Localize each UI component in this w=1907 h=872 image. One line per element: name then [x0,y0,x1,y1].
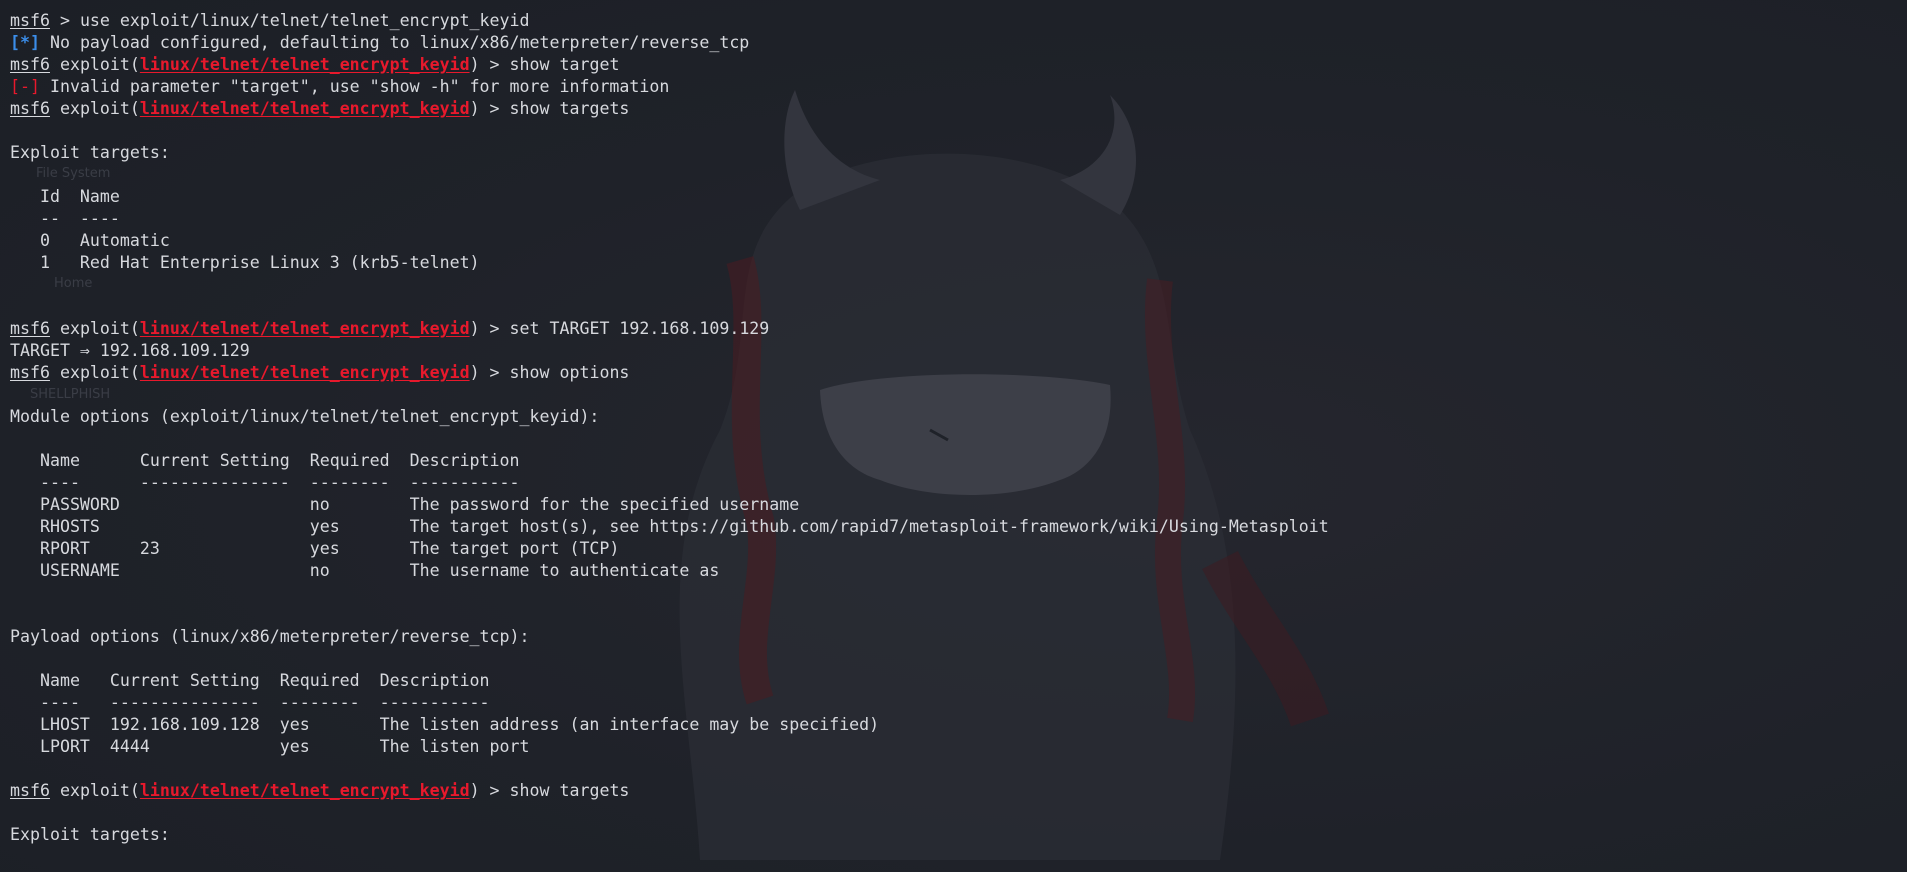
line-text: Module options (exploit/linux/telnet/tel… [10,407,600,426]
module-path: linux/telnet/telnet_encrypt_keyid [139,55,470,74]
line-text: USERNAME no The username to authenticate… [10,561,720,580]
prompt-exploit-prefix: exploit( [49,781,140,800]
status-line: [*] No payload configured, defaulting to… [10,32,1329,54]
output-line: RHOSTS yes The target host(s), see https… [10,516,1329,538]
output-line: Module options (exploit/linux/telnet/tel… [10,406,1329,428]
prompt-line: msf6 exploit(linux/telnet/telnet_encrypt… [10,318,1329,340]
prompt-exploit-prefix: exploit( [49,99,140,118]
prompt-label: msf6 [10,55,50,74]
command-text: ) > show target [469,55,620,74]
prompt-line: msf6 exploit(linux/telnet/telnet_encrypt… [10,98,1329,120]
command-text: ) > show targets [469,781,630,800]
line-text: RHOSTS yes The target host(s), see https… [10,517,1329,536]
prompt-label: msf6 [10,319,50,338]
prompt-exploit-prefix: exploit( [49,319,140,338]
command-text: ) > show options [469,363,630,382]
info-tag: [*] [10,33,40,52]
output-line: Id Name [10,186,1329,208]
message-text: No payload configured, defaulting to lin… [39,33,750,52]
output-line: Payload options (linux/x86/meterpreter/r… [10,626,1329,648]
line-text: RPORT 23 yes The target port (TCP) [10,539,620,558]
module-path: linux/telnet/telnet_encrypt_keyid [139,319,470,338]
line-text: Exploit targets: [10,143,170,162]
output-line: 0 Automatic [10,230,1329,252]
prompt-label: msf6 [10,11,50,30]
prompt-exploit-prefix: exploit( [49,363,140,382]
line-text: LHOST 192.168.109.128 yes The listen add… [10,715,880,734]
line-text: ---- --------------- -------- ----------… [10,473,520,492]
line-text: TARGET ⇒ 192.168.109.129 [10,341,250,360]
module-path: linux/telnet/telnet_encrypt_keyid [139,363,470,382]
output-line: ---- --------------- -------- ----------… [10,692,1329,714]
output-line: LPORT 4444 yes The listen port [10,736,1329,758]
line-text: Id Name [10,187,120,206]
command-text: ) > set TARGET 192.168.109.129 [469,319,770,338]
line-text: Name Current Setting Required Descriptio… [10,671,490,690]
output-line: Name Current Setting Required Descriptio… [10,450,1329,472]
line-text: Name Current Setting Required Descriptio… [10,451,520,470]
output-line: PASSWORD no The password for the specifi… [10,494,1329,516]
output-line: Name Current Setting Required Descriptio… [10,670,1329,692]
output-line: LHOST 192.168.109.128 yes The listen add… [10,714,1329,736]
output-line: RPORT 23 yes The target port (TCP) [10,538,1329,560]
output-line: 1 Red Hat Enterprise Linux 3 (krb5-telne… [10,252,1329,274]
command-text: ) > show targets [469,99,630,118]
line-text: Exploit targets: [10,825,170,844]
output-line: Exploit targets: [10,142,1329,164]
line-text: 1 Red Hat Enterprise Linux 3 (krb5-telne… [10,253,480,272]
prompt-line: msf6 > use exploit/linux/telnet/telnet_e… [10,10,1329,32]
status-line: [-] Invalid parameter "target", use "sho… [10,76,1329,98]
module-path: linux/telnet/telnet_encrypt_keyid [139,99,470,118]
output-line: -- ---- [10,208,1329,230]
line-text: 0 Automatic [10,231,170,250]
output-line: Exploit targets: [10,824,1329,846]
line-text: Payload options (linux/x86/meterpreter/r… [10,627,530,646]
prompt-line: msf6 exploit(linux/telnet/telnet_encrypt… [10,54,1329,76]
line-text: -- ---- [10,209,120,228]
prompt-label: msf6 [10,99,50,118]
output-line: TARGET ⇒ 192.168.109.129 [10,340,1329,362]
terminal-window[interactable]: File System Home SHELLPHISH msf6 > use e… [0,0,1907,872]
module-path: linux/telnet/telnet_encrypt_keyid [139,781,470,800]
line-text: LPORT 4444 yes The listen port [10,737,530,756]
output-line: USERNAME no The username to authenticate… [10,560,1329,582]
prompt-exploit-prefix: exploit( [49,55,140,74]
line-text: ---- --------------- -------- ----------… [10,693,490,712]
prompt-label: msf6 [10,781,50,800]
output-line: ---- --------------- -------- ----------… [10,472,1329,494]
prompt-line: msf6 exploit(linux/telnet/telnet_encrypt… [10,780,1329,802]
prompt-line: msf6 exploit(linux/telnet/telnet_encrypt… [10,362,1329,384]
error-tag: [-] [10,77,40,96]
command-text: > use exploit/linux/telnet/telnet_encryp… [49,11,530,30]
prompt-label: msf6 [10,363,50,382]
terminal-output: msf6 > use exploit/linux/telnet/telnet_e… [10,10,1329,846]
message-text: Invalid parameter "target", use "show -h… [39,77,670,96]
line-text: PASSWORD no The password for the specifi… [10,495,800,514]
